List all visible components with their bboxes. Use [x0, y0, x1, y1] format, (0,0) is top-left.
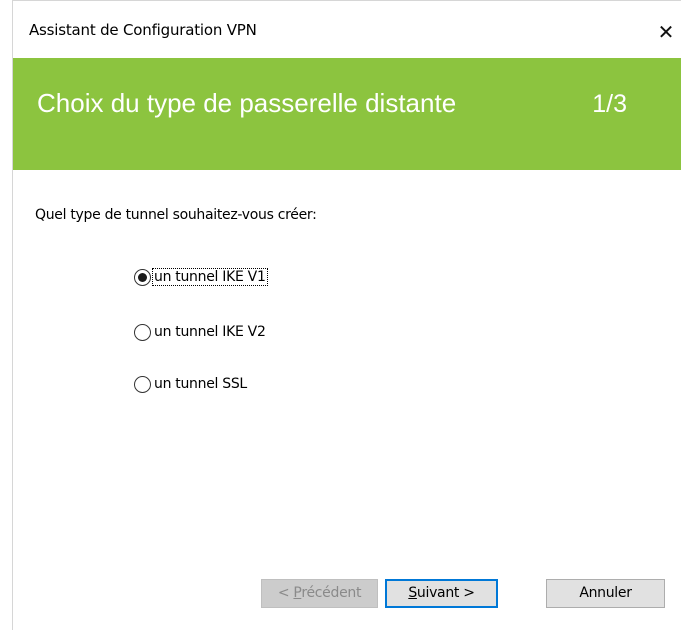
page-title: Choix du type de passerelle distante — [37, 88, 457, 118]
radio-unchecked-icon[interactable] — [134, 375, 151, 393]
next-mnemonic: S — [408, 585, 417, 601]
title-bar[interactable]: Assistant de Configuration VPN ✕ — [13, 1, 681, 58]
radio-option-ssl[interactable]: un tunnel SSL — [134, 374, 248, 394]
next-label: uivant > — [416, 585, 475, 601]
radio-label-ssl[interactable]: un tunnel SSL — [153, 376, 248, 392]
radio-option-ike-v1[interactable]: un tunnel IKE V1 — [134, 267, 268, 287]
radio-checked-icon[interactable] — [134, 268, 151, 286]
previous-prefix: < — [277, 585, 294, 601]
step-indicator: 1/3 — [592, 90, 627, 118]
previous-button[interactable]: < Précédent — [261, 579, 378, 608]
radio-unchecked-icon[interactable] — [134, 323, 151, 341]
radio-label-ike-v1[interactable]: un tunnel IKE V1 — [152, 268, 268, 286]
radio-label-ike-v2[interactable]: un tunnel IKE V2 — [153, 324, 267, 340]
close-icon[interactable]: ✕ — [651, 19, 681, 45]
vpn-wizard-window: Assistant de Configuration VPN ✕ Choix d… — [0, 0, 681, 630]
previous-label: récédent — [301, 585, 362, 601]
radio-option-ike-v2[interactable]: un tunnel IKE V2 — [134, 322, 267, 342]
cancel-button[interactable]: Annuler — [546, 579, 665, 608]
window-title: Assistant de Configuration VPN — [29, 21, 257, 39]
next-button[interactable]: Suivant > — [385, 579, 498, 608]
header-banner: Choix du type de passerelle distante 1/3 — [13, 58, 681, 170]
tunnel-type-question: Quel type de tunnel souhaitez-vous créer… — [35, 207, 317, 223]
